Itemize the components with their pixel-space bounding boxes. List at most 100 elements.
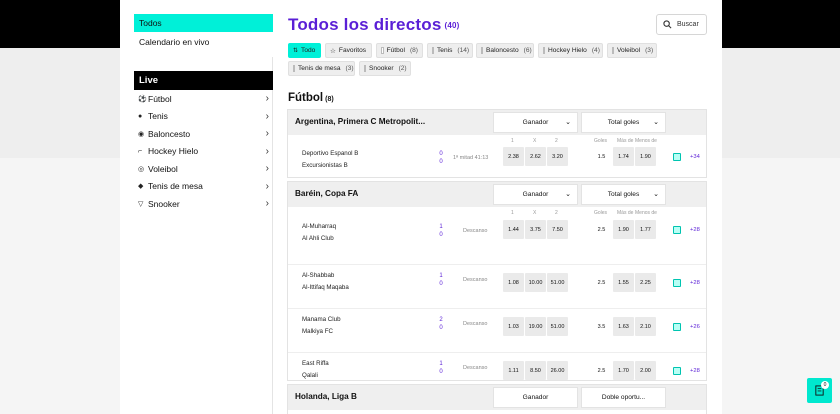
odd-button[interactable]: 1.90 [613,220,634,239]
col-label: Más de [617,210,634,216]
search-button[interactable]: Buscar [656,14,707,35]
search-label: Buscar [677,21,699,28]
odd-button[interactable]: 8.50 [525,361,546,380]
star-icon: ☆ [330,47,336,55]
stats-icon[interactable] [673,153,681,161]
stats-icon[interactable] [673,323,681,331]
odd-button[interactable]: 2.00 [635,361,656,380]
match-row[interactable]: Al-Shabbab Al-Ittifaq Maqaba 1 0 Descans… [288,264,706,308]
filter-count: (14) [457,47,470,54]
odd-button[interactable]: 51.00 [547,273,568,292]
odd-button[interactable]: 10.00 [525,273,546,292]
checkbox [543,47,545,54]
filter-tenis[interactable]: Tenis (14) [427,43,473,58]
odd-button[interactable]: 26.00 [547,361,568,380]
odd-button[interactable]: 1.74 [613,147,634,166]
odd-button[interactable]: 1.63 [613,317,634,336]
more-markets-link[interactable]: +28 [690,368,700,374]
odd-button[interactable]: 2.38 [503,147,524,166]
sidebar-item-voleibol[interactable]: ◎ Voleibol › [134,160,273,178]
filter-baloncesto[interactable]: Baloncesto (6) [476,43,534,58]
market-selector[interactable]: Ganador [493,387,578,408]
sidebar-item-tenis[interactable]: ● Tenis › [134,108,273,126]
market-label: Total goles [607,119,640,126]
chevron-right-icon: › [265,110,269,122]
market-selector[interactable]: Total goles ⌄ [581,184,666,205]
sidebar-item-hockey[interactable]: ⌐ Hockey Hielo › [134,143,273,161]
betslip-button[interactable]: 0 [807,378,832,403]
more-markets-link[interactable]: +34 [690,154,700,160]
away-team: Al Ahli Club [302,235,334,242]
odd-button[interactable]: 1.90 [635,147,656,166]
soccer-icon: ⚽ [138,95,147,103]
market-label: Total goles [607,191,640,198]
sidebar-item-snooker[interactable]: ▽ Snooker › [134,195,273,213]
col-label: 1 [511,210,514,216]
filter-count: (4) [591,47,600,54]
sidebar-item-calendar[interactable]: Calendario en vivo [134,32,273,50]
stats-icon[interactable] [673,226,681,234]
section-title-text: Fútbol [288,92,324,104]
chevron-right-icon: › [265,145,269,157]
odd-button[interactable]: 1.03 [503,317,524,336]
match-status: Descanso [463,321,488,327]
home-score: 0 [439,151,443,157]
market-selector[interactable]: Ganador ⌄ [493,112,578,133]
market-selector[interactable]: Total goles ⌄ [581,112,666,133]
odd-button[interactable]: 51.00 [547,317,568,336]
stats-icon[interactable] [673,367,681,375]
odd-button[interactable]: 1.11 [503,361,524,380]
more-markets-link[interactable]: +28 [690,280,700,286]
home-team: Deportivo Espanol B [302,150,359,157]
goal-line: 2.5 [597,367,606,374]
chevron-down-icon: ⌄ [653,119,659,126]
col-label: Goles [594,210,608,216]
col-label: 1 [511,138,514,144]
live-heading: Live [134,71,273,90]
odd-button[interactable]: 19.00 [525,317,546,336]
market-selector[interactable]: Ganador ⌄ [493,184,578,205]
filter-favoritos[interactable]: ☆ Favoritos [325,43,372,58]
odd-button[interactable]: 1.55 [613,273,634,292]
more-markets-link[interactable]: +26 [690,324,700,330]
sidebar-item-futbol[interactable]: ⚽ Fútbol › [134,90,273,108]
market-selector[interactable]: Doble oportu... [581,387,666,408]
filter-futbol[interactable]: Fútbol (8) [376,43,423,58]
sidebar-item-todos[interactable]: Todos [134,14,273,32]
odd-button[interactable]: 2.25 [635,273,656,292]
volleyball-icon: ◎ [138,165,145,173]
stats-icon[interactable] [673,279,681,287]
filter-hockey-hielo[interactable]: Hockey Hielo (4) [538,43,603,58]
chevron-right-icon: › [265,93,269,104]
odd-button[interactable]: 7.50 [547,220,568,239]
odd-button[interactable]: 3.75 [525,220,546,239]
home-team: Al-Muharraq [302,223,337,230]
odd-button[interactable]: 1.70 [613,361,634,380]
more-markets-link[interactable]: +28 [690,227,700,233]
odd-button[interactable]: 1.08 [503,273,524,292]
odd-button[interactable]: 2.62 [525,147,546,166]
filter-label: Tenis [437,47,453,54]
col-label: 2 [555,210,558,216]
sidebar-item-tenis-de-mesa[interactable]: ◆ Tenis de mesa › [134,178,273,196]
filter-label: Snooker [369,65,394,72]
checkbox [381,47,384,54]
odd-button[interactable]: 1.44 [503,220,524,239]
odd-button[interactable]: 3.20 [547,147,568,166]
filter-todo[interactable]: ⇅ Todo [288,43,321,58]
league-card: Holanda, Liga B Ganador Doble oportu... [287,384,707,414]
odd-button[interactable]: 1.77 [635,220,656,239]
sidebar-item-label: Snooker [148,198,180,209]
col-label: Menos de [635,138,657,144]
league-header: Argentina, Primera C Metropolit... Ganad… [288,110,706,135]
match-row[interactable]: Al-Muharraq Al Ahli Club 1 0 Descanso 1.… [288,220,706,264]
chevron-right-icon: › [265,198,269,209]
filter-voleibol[interactable]: Voleibol (3) [607,43,657,58]
filter-snooker[interactable]: Snooker (2) [359,61,411,76]
match-row[interactable]: Manama Club Malkiya FC 2 0 Descanso 1.03… [288,308,706,352]
odd-button[interactable]: 2.10 [635,317,656,336]
away-team: Al-Ittifaq Maqaba [302,284,349,291]
filter-tenis-de-mesa[interactable]: Tenis de mesa (3) [288,61,355,76]
league-name: Holanda, Liga B [295,392,357,401]
sidebar-item-baloncesto[interactable]: ◉ Baloncesto › [134,125,273,143]
